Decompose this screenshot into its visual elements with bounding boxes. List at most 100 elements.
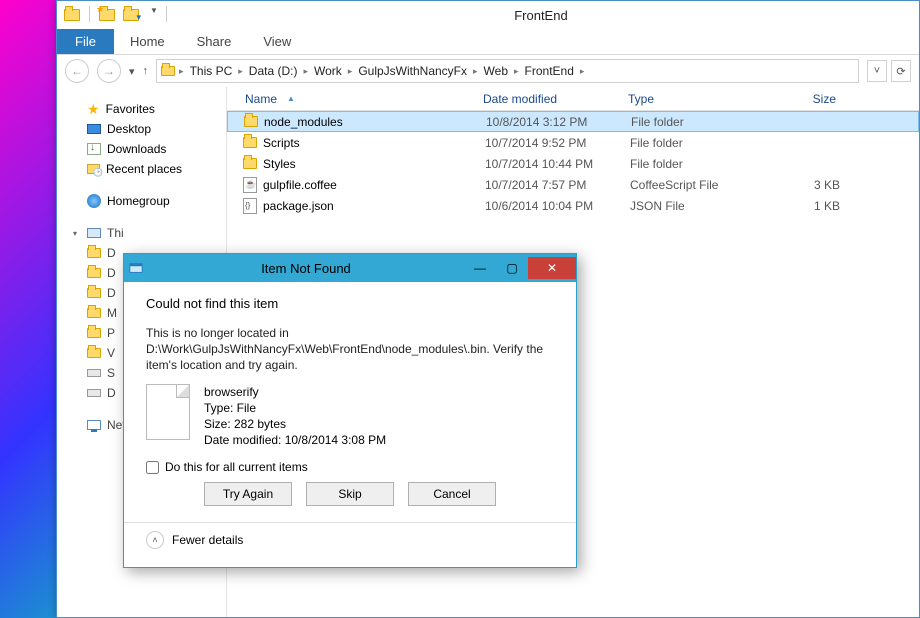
column-type[interactable]: Type bbox=[622, 92, 742, 106]
try-again-button[interactable]: Try Again bbox=[204, 482, 292, 506]
dialog-title: Item Not Found bbox=[148, 261, 464, 276]
sidebar-label: D bbox=[107, 246, 116, 260]
file-type-label: Type: File bbox=[204, 400, 386, 416]
file-name: Scripts bbox=[263, 136, 300, 150]
file-row[interactable]: package.json10/6/2014 10:04 PMJSON File1… bbox=[227, 195, 919, 216]
tab-view[interactable]: View bbox=[247, 29, 307, 54]
sidebar-label: S bbox=[107, 366, 115, 380]
maximize-button[interactable]: ▢ bbox=[496, 257, 528, 279]
breadcrumb-sep: ▸ bbox=[179, 66, 184, 77]
file-name: gulpfile.coffee bbox=[263, 178, 337, 192]
nav-up-button[interactable]: ↑ bbox=[143, 65, 149, 77]
coffee-file-icon bbox=[243, 177, 257, 193]
file-date: 10/7/2014 9:52 PM bbox=[485, 136, 630, 150]
sidebar-item-desktop[interactable]: Desktop bbox=[57, 119, 226, 139]
address-dropdown-button[interactable]: ˅ bbox=[867, 60, 887, 82]
breadcrumb-item[interactable]: Web bbox=[482, 64, 510, 78]
file-date: 10/8/2014 3:12 PM bbox=[486, 115, 631, 129]
tab-file[interactable]: File bbox=[57, 29, 114, 54]
drive-icon bbox=[87, 308, 101, 318]
breadcrumb-sep: ▸ bbox=[238, 66, 243, 77]
breadcrumb-item[interactable]: Data (D:) bbox=[247, 64, 300, 78]
tab-share[interactable]: Share bbox=[181, 29, 248, 54]
file-date-label: Date modified: 10/8/2014 3:08 PM bbox=[204, 432, 386, 448]
cancel-button[interactable]: Cancel bbox=[408, 482, 496, 506]
file-name: package.json bbox=[263, 199, 334, 213]
nav-history-icon[interactable]: ▾ bbox=[129, 65, 135, 78]
sidebar-item-recent[interactable]: Recent places bbox=[57, 159, 226, 179]
sidebar-label: Recent places bbox=[106, 162, 182, 176]
column-date[interactable]: Date modified bbox=[477, 92, 622, 106]
file-name-label: browserify bbox=[204, 384, 386, 400]
skip-button[interactable]: Skip bbox=[306, 482, 394, 506]
checkbox-input[interactable] bbox=[146, 461, 159, 474]
nav-back-button[interactable]: ← bbox=[65, 59, 89, 83]
breadcrumb-sep: ▸ bbox=[303, 66, 308, 77]
pc-icon bbox=[87, 228, 101, 238]
dialog-heading: Could not find this item bbox=[146, 296, 554, 311]
file-row[interactable]: Styles10/7/2014 10:44 PMFile folder bbox=[227, 153, 919, 174]
title-bar[interactable]: ▾ ▼ FrontEnd bbox=[57, 1, 919, 29]
file-row[interactable]: gulpfile.coffee10/7/2014 7:57 PMCoffeeSc… bbox=[227, 174, 919, 195]
drive-icon bbox=[87, 248, 101, 258]
sidebar-label: Downloads bbox=[107, 142, 166, 156]
tab-home[interactable]: Home bbox=[114, 29, 181, 54]
sidebar-label: M bbox=[107, 306, 117, 320]
column-headers: Name▲ Date modified Type Size bbox=[227, 87, 919, 111]
drive-icon bbox=[87, 268, 101, 278]
sort-asc-icon: ▲ bbox=[287, 94, 295, 103]
drive-icon bbox=[87, 389, 101, 397]
new-folder-icon[interactable] bbox=[98, 6, 116, 24]
do-for-all-checkbox[interactable]: Do this for all current items bbox=[146, 460, 554, 474]
folder-icon bbox=[243, 158, 257, 169]
checkbox-label: Do this for all current items bbox=[165, 460, 308, 474]
sidebar-thispc[interactable]: ▾Thi bbox=[57, 223, 226, 243]
sidebar-item-downloads[interactable]: Downloads bbox=[57, 139, 226, 159]
app-folder-icon bbox=[63, 6, 81, 24]
qat-more-icon[interactable]: ▼ bbox=[150, 6, 158, 24]
file-type: File folder bbox=[630, 157, 750, 171]
sidebar-label: Desktop bbox=[107, 122, 151, 136]
sidebar-homegroup[interactable]: Homegroup bbox=[57, 191, 226, 211]
refresh-button[interactable]: ⟳ bbox=[891, 60, 911, 82]
breadcrumb-item[interactable]: GulpJsWithNancyFx bbox=[356, 64, 469, 78]
file-type: JSON File bbox=[630, 199, 750, 213]
dialog-message: This is no longer located in D:\Work\Gul… bbox=[146, 325, 554, 374]
file-date: 10/7/2014 7:57 PM bbox=[485, 178, 630, 192]
sidebar-label: Homegroup bbox=[107, 194, 170, 208]
breadcrumb-item[interactable]: Work bbox=[312, 64, 344, 78]
dialog-title-bar[interactable]: Item Not Found — ▢ ✕ bbox=[124, 254, 576, 282]
column-size[interactable]: Size bbox=[742, 92, 842, 106]
file-type: File folder bbox=[631, 115, 751, 129]
column-name[interactable]: Name▲ bbox=[227, 92, 477, 106]
minimize-button[interactable]: — bbox=[464, 257, 496, 279]
dialog-app-icon bbox=[124, 261, 148, 275]
sidebar-label: D bbox=[107, 266, 116, 280]
close-button[interactable]: ✕ bbox=[528, 257, 576, 279]
file-row[interactable]: node_modules10/8/2014 3:12 PMFile folder bbox=[227, 111, 919, 132]
ribbon-tabs: File Home Share View bbox=[57, 29, 919, 55]
json-file-icon bbox=[243, 198, 257, 214]
sidebar-label: P bbox=[107, 326, 115, 340]
qat-separator bbox=[89, 6, 90, 22]
sidebar-label: Thi bbox=[107, 226, 124, 240]
drive-icon bbox=[87, 348, 101, 358]
folder-icon bbox=[243, 137, 257, 148]
breadcrumb-sep: ▸ bbox=[348, 66, 353, 77]
breadcrumb-item[interactable]: FrontEnd bbox=[523, 64, 576, 78]
downloads-icon bbox=[87, 143, 101, 155]
file-row[interactable]: Scripts 10/7/2014 9:52 PMFile folder bbox=[227, 132, 919, 153]
nav-forward-button[interactable]: → bbox=[97, 59, 121, 83]
window-title: FrontEnd bbox=[169, 8, 913, 23]
file-name: Styles bbox=[263, 157, 296, 171]
sidebar-favorites[interactable]: ★Favorites bbox=[57, 99, 226, 119]
star-icon: ★ bbox=[87, 101, 100, 118]
fewer-details-label: Fewer details bbox=[172, 533, 243, 547]
open-folder-icon[interactable]: ▾ bbox=[122, 6, 140, 24]
address-bar[interactable]: ▸ This PC ▸ Data (D:) ▸ Work ▸ GulpJsWit… bbox=[156, 59, 859, 83]
sidebar-label: D bbox=[107, 386, 116, 400]
breadcrumb-item[interactable]: This PC bbox=[188, 64, 235, 78]
fewer-details-button[interactable]: ˄ Fewer details bbox=[146, 531, 554, 557]
file-type: File folder bbox=[630, 136, 750, 150]
breadcrumb-sep: ▸ bbox=[473, 66, 478, 77]
